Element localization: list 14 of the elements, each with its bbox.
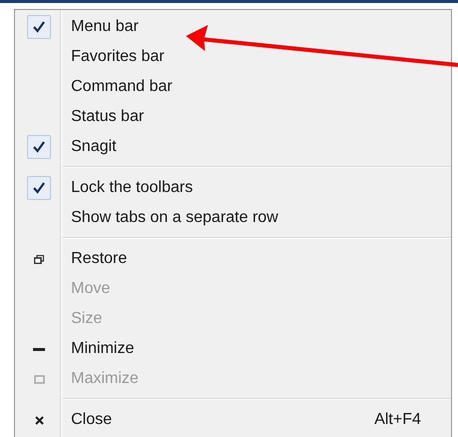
menu-item[interactable]: Close Alt+F4	[15, 405, 451, 435]
minimize-icon	[33, 348, 45, 350]
menu-item[interactable]: Lock the toolbars	[15, 173, 451, 203]
restore-icon	[34, 254, 44, 264]
menu-item[interactable]: Status bar	[15, 102, 451, 132]
menu-item[interactable]: Command bar	[15, 72, 451, 102]
menu-item[interactable]: Restore	[15, 244, 451, 274]
close-icon	[34, 416, 44, 424]
menu-item[interactable]: Show tabs on a separate row	[15, 203, 451, 233]
menu-item[interactable]: Menu bar	[15, 12, 451, 42]
menu-item[interactable]: Snagit	[15, 132, 451, 162]
menu-item[interactable]: Minimize	[15, 334, 451, 364]
menu-item[interactable]: Favorites bar	[15, 42, 451, 72]
maximize-icon	[34, 374, 44, 384]
